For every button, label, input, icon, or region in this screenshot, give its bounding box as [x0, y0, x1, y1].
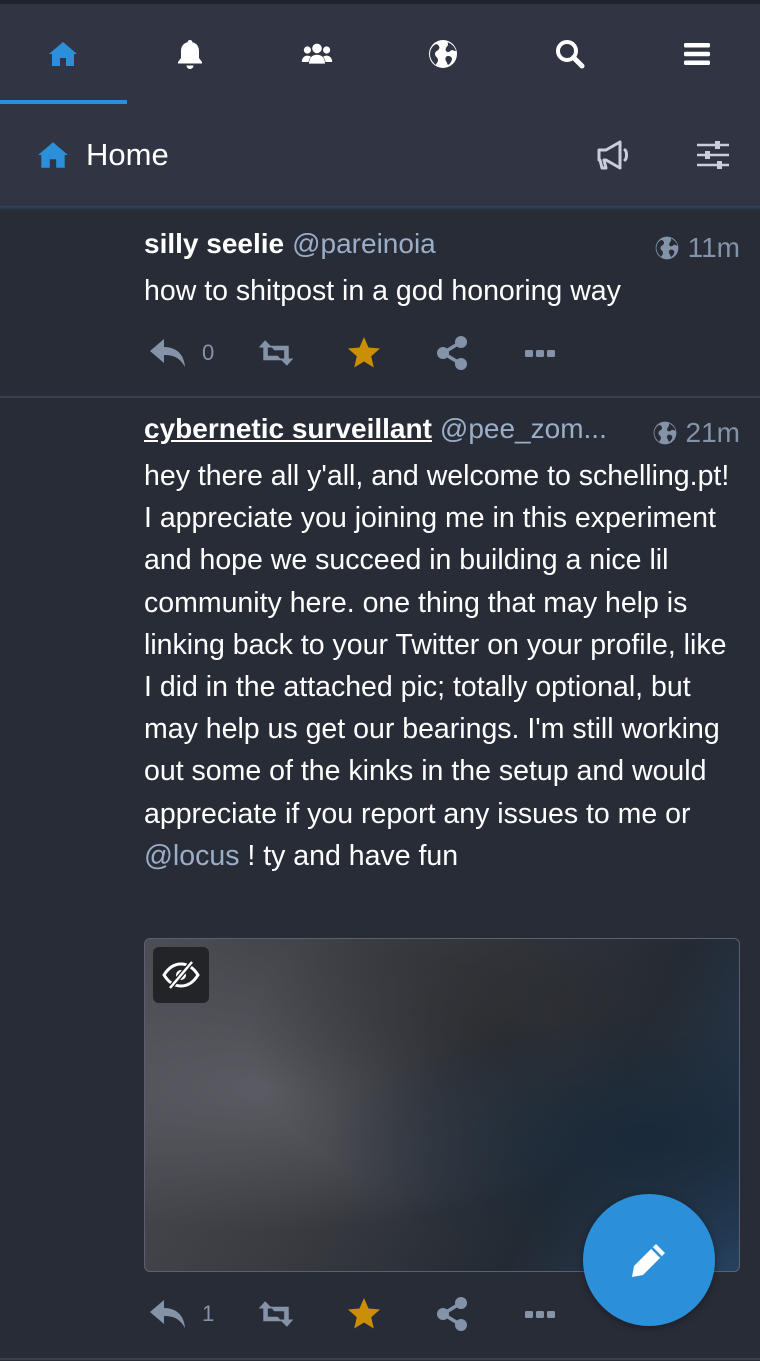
share-icon: [437, 1297, 467, 1331]
status-content: silly seelie @pareinoia 11m how to shitp…: [144, 228, 740, 312]
compose-button[interactable]: [583, 1194, 715, 1326]
status-card[interactable]: silly seelie @pareinoia 11m how to shitp…: [0, 212, 760, 398]
status-header: cybernetic surveillant @pee_zom...: [144, 413, 624, 453]
ellipsis-icon: [525, 350, 555, 357]
share-button[interactable]: [432, 335, 520, 371]
announcements-icon: [597, 140, 628, 170]
boost-button[interactable]: [256, 335, 344, 371]
search-icon: [556, 40, 585, 69]
favourite-button[interactable]: [344, 1296, 432, 1332]
tab-menu[interactable]: [633, 4, 760, 104]
share-button[interactable]: [432, 1296, 520, 1332]
column-header: Home: [0, 104, 760, 206]
column-settings-button[interactable]: [690, 132, 736, 178]
header-divider: [0, 206, 760, 210]
globe-icon: [429, 40, 458, 68]
eye-slash-icon: [162, 960, 200, 990]
status-text-part: hey there all y'all, and welcome to sche…: [144, 460, 730, 830]
globe-icon: [655, 236, 678, 260]
menu-icon: [683, 43, 710, 65]
status-time-link[interactable]: 11m: [654, 228, 740, 268]
mention-link[interactable]: @locus: [144, 840, 239, 872]
favourite-button[interactable]: [344, 335, 432, 371]
tab-search[interactable]: [507, 4, 634, 104]
tab-local[interactable]: [253, 4, 380, 104]
status-header: silly seelie @pareinoia: [144, 228, 740, 268]
home-icon: [38, 142, 68, 168]
status-time: 21m: [685, 417, 740, 448]
status-text-part: ! ty and have fun: [239, 839, 459, 872]
boost-icon: [258, 340, 294, 366]
reply-icon: [150, 339, 185, 367]
column-title-button[interactable]: Home: [36, 137, 169, 173]
star-icon: [348, 337, 380, 368]
star-icon: [348, 1298, 380, 1329]
status-time: 11m: [687, 232, 740, 263]
page-title: Home: [86, 137, 169, 172]
more-options-button[interactable]: [520, 335, 560, 371]
reply-icon: [150, 1300, 185, 1328]
settings-sliders-icon: [697, 141, 729, 169]
users-icon: [301, 43, 332, 64]
status-time-link[interactable]: 21m: [652, 413, 740, 453]
account-handle[interactable]: @pee_zom...: [440, 413, 607, 445]
tab-federated[interactable]: [380, 4, 507, 104]
boost-button[interactable]: [256, 1296, 344, 1332]
announcements-button[interactable]: [591, 132, 637, 178]
account-handle[interactable]: @pareinoia: [292, 228, 436, 260]
display-name[interactable]: silly seelie: [144, 228, 284, 260]
boost-icon: [258, 1301, 294, 1327]
status-action-bar: 0: [148, 333, 560, 373]
share-icon: [437, 336, 467, 370]
pencil-icon: [632, 1244, 665, 1277]
home-icon: [49, 42, 78, 66]
status-text: hey there all y'all, and welcome to sche…: [144, 455, 740, 877]
tab-bar: [0, 4, 760, 104]
media-visibility-toggle[interactable]: [153, 947, 209, 1003]
reply-count: 1: [202, 1301, 215, 1326]
reply-button[interactable]: 1: [148, 1296, 256, 1332]
bell-icon: [178, 40, 202, 69]
globe-icon: [653, 421, 676, 445]
status-content: cybernetic surveillant @pee_zom... 21m h…: [144, 413, 740, 877]
tab-home[interactable]: [0, 4, 127, 104]
more-options-button[interactable]: [520, 1296, 560, 1332]
tab-notifications[interactable]: [127, 4, 254, 104]
ellipsis-icon: [525, 1311, 555, 1318]
status-action-bar: 1: [148, 1294, 560, 1334]
reply-count: 0: [202, 340, 215, 365]
display-name[interactable]: cybernetic surveillant: [144, 413, 432, 445]
status-text: how to shitpost in a god honoring way: [144, 275, 621, 307]
reply-button[interactable]: 0: [148, 335, 256, 371]
